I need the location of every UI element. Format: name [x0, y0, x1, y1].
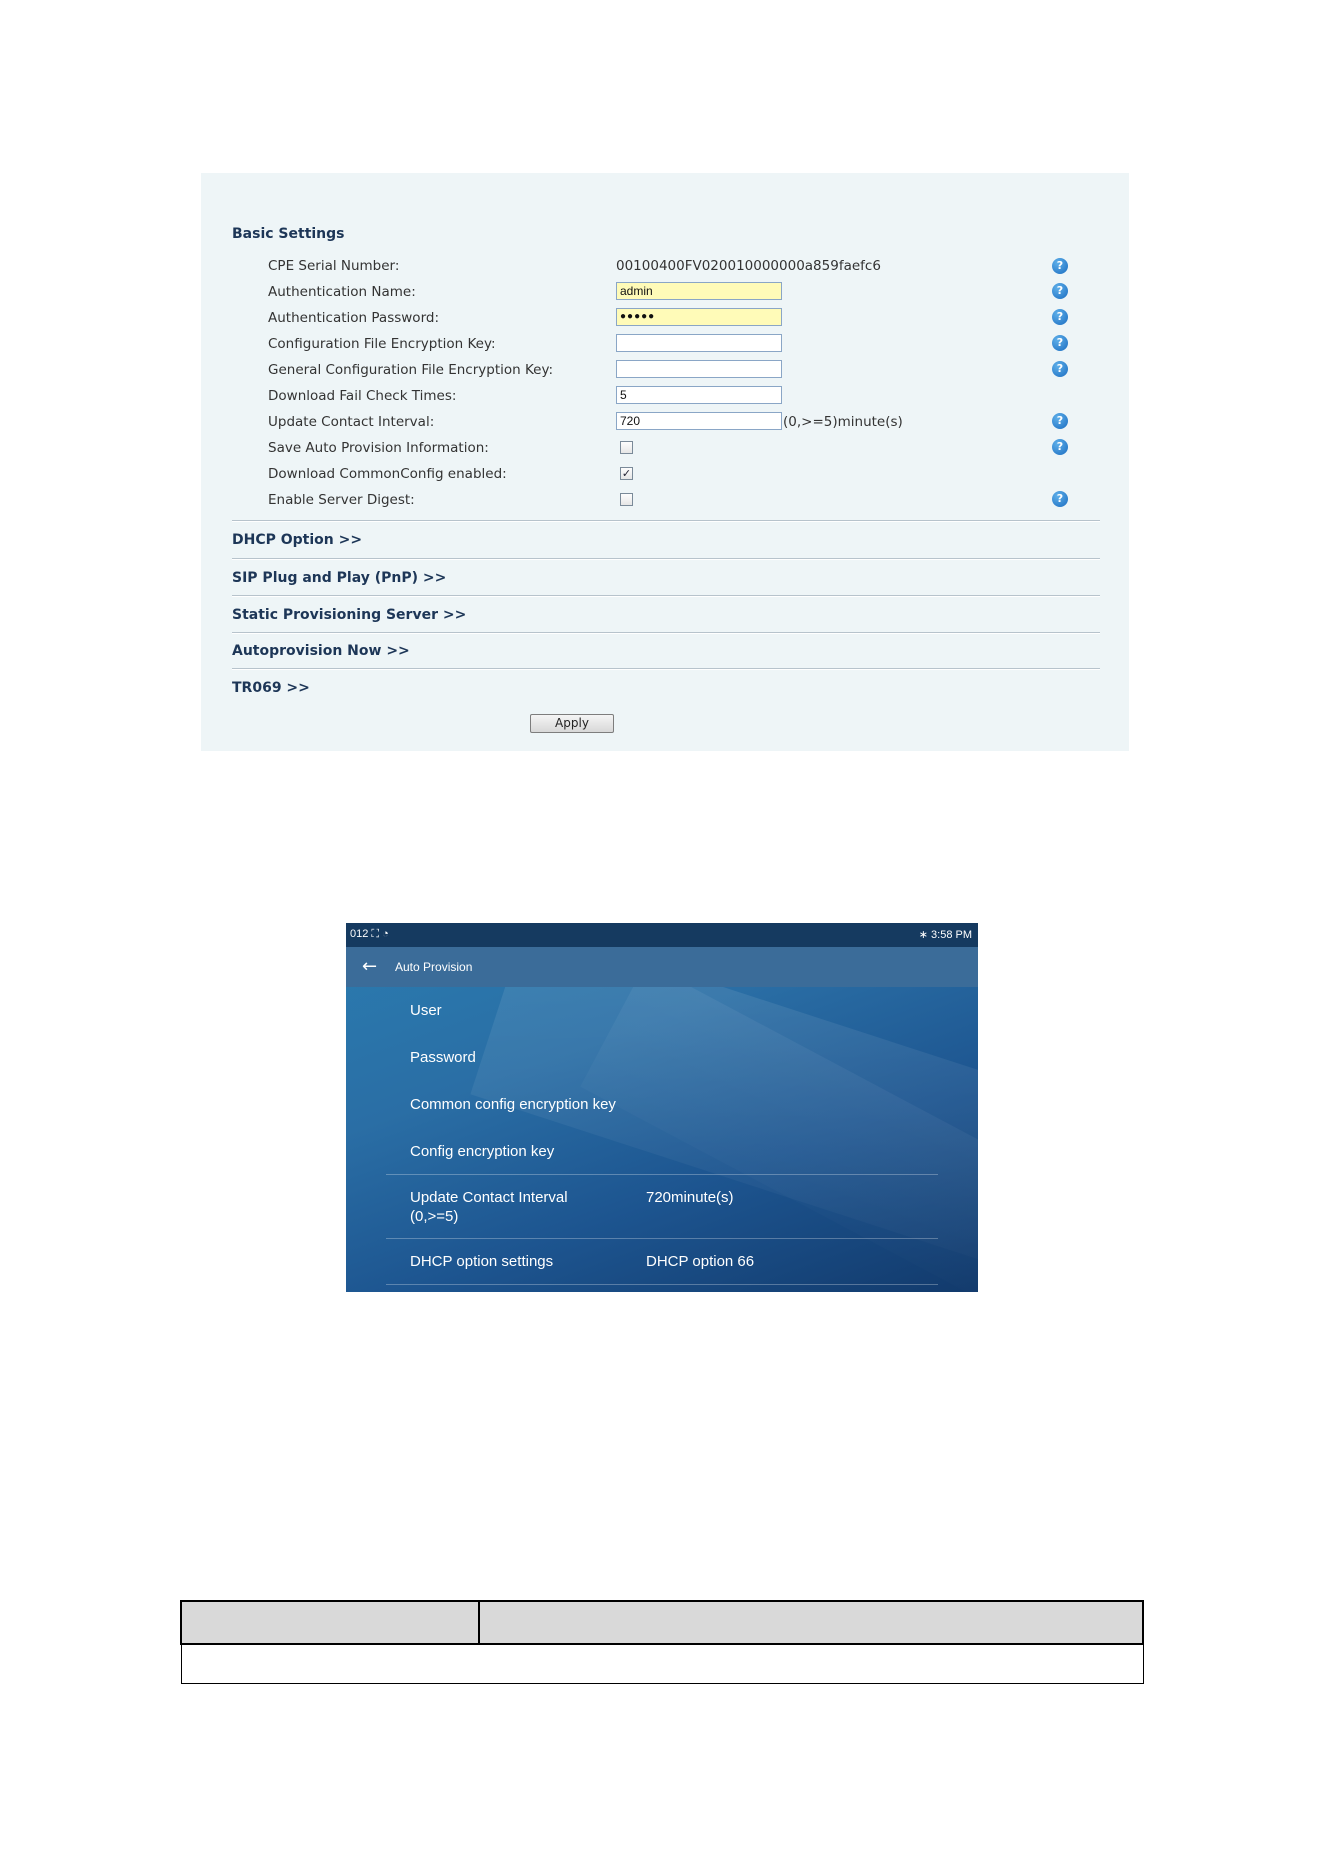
auth-name-input[interactable]: admin [616, 282, 782, 300]
section-sip-pnp[interactable]: SIP Plug and Play (PnP) >> [232, 570, 446, 586]
server-digest-checkbox[interactable] [620, 493, 633, 506]
divider [232, 595, 1100, 597]
fail-check-input[interactable]: 5 [616, 386, 782, 404]
help-icon[interactable]: ? [1052, 283, 1068, 299]
download-common-label: Download CommonConfig enabled: [268, 466, 507, 482]
general-key-input[interactable] [616, 360, 782, 378]
dhcp-option-value: DHCP option 66 [646, 1253, 755, 1270]
cpe-serial-value: 00100400FV020010000000a859faefc6 [616, 258, 881, 274]
web-config-panel: Basic Settings CPE Serial Number: 001004… [201, 173, 1129, 751]
screen-title: Auto Provision [395, 960, 473, 974]
section-static-server[interactable]: Static Provisioning Server >> [232, 607, 466, 623]
help-icon[interactable]: ? [1052, 439, 1068, 455]
back-arrow-icon[interactable]: ← [362, 956, 377, 977]
help-icon[interactable]: ? [1052, 309, 1068, 325]
divider [232, 668, 1100, 670]
menu-item-config-key[interactable]: Config encryption key [410, 1143, 554, 1160]
help-icon[interactable]: ? [1052, 361, 1068, 377]
update-interval-unit: (0,>=5)minute(s) [783, 414, 903, 430]
basic-settings-title: Basic Settings [232, 226, 345, 242]
table-header-cell [180, 1600, 480, 1645]
cpe-serial-label: CPE Serial Number: [268, 258, 400, 274]
table-row [180, 1643, 1144, 1684]
save-auto-label: Save Auto Provision Information: [268, 440, 489, 456]
divider [386, 1284, 938, 1285]
table-cell [180, 1643, 1144, 1684]
config-key-label: Configuration File Encryption Key: [268, 336, 496, 352]
fail-check-label: Download Fail Check Times: [268, 388, 457, 404]
update-interval-value: 720minute(s) [646, 1189, 734, 1206]
table-header-cell [478, 1600, 1144, 1645]
menu-item-common-key[interactable]: Common config encryption key [410, 1096, 616, 1113]
menu-item-password[interactable]: Password [410, 1049, 476, 1066]
divider [386, 1238, 938, 1239]
divider [232, 632, 1100, 634]
divider [386, 1174, 938, 1175]
menu-item-user[interactable]: User [410, 1002, 442, 1019]
server-digest-label: Enable Server Digest: [268, 492, 415, 508]
phone-screen: 012 ⛶ ◔ ∗ 3:58 PM ← Auto Provision User … [346, 923, 978, 1292]
app-bar: ← Auto Provision [346, 947, 978, 987]
auth-name-label: Authentication Name: [268, 284, 416, 300]
update-interval-input[interactable]: 720 [616, 412, 782, 430]
menu-item-update-interval[interactable]: Update Contact Interval [410, 1189, 568, 1206]
parameter-table [180, 1600, 1144, 1684]
status-clock: ∗ 3:58 PM [918, 929, 972, 941]
divider [232, 520, 1100, 522]
divider [232, 558, 1100, 560]
help-icon[interactable]: ? [1052, 491, 1068, 507]
auth-password-label: Authentication Password: [268, 310, 439, 326]
save-auto-checkbox[interactable] [620, 441, 633, 454]
apply-button[interactable]: Apply [530, 714, 614, 733]
auth-password-input[interactable]: ●●●●● [616, 308, 782, 326]
help-icon[interactable]: ? [1052, 258, 1068, 274]
download-common-checkbox[interactable]: ✓ [620, 467, 633, 480]
menu-item-update-interval-range: (0,>=5) [410, 1208, 459, 1225]
section-tr069[interactable]: TR069 >> [232, 680, 310, 696]
section-dhcp-option[interactable]: DHCP Option >> [232, 532, 362, 548]
general-key-label: General Configuration File Encryption Ke… [268, 362, 554, 378]
update-interval-label: Update Contact Interval: [268, 414, 435, 430]
help-icon[interactable]: ? [1052, 413, 1068, 429]
status-bar: 012 ⛶ ◔ ∗ 3:58 PM [346, 923, 978, 947]
section-autoprovision-now[interactable]: Autoprovision Now >> [232, 643, 410, 659]
menu-item-dhcp-option[interactable]: DHCP option settings [410, 1253, 553, 1270]
help-icon[interactable]: ? [1052, 335, 1068, 351]
table-header-row [180, 1600, 1144, 1645]
status-icons: 012 ⛶ ◔ [350, 928, 389, 940]
config-key-input[interactable] [616, 334, 782, 352]
